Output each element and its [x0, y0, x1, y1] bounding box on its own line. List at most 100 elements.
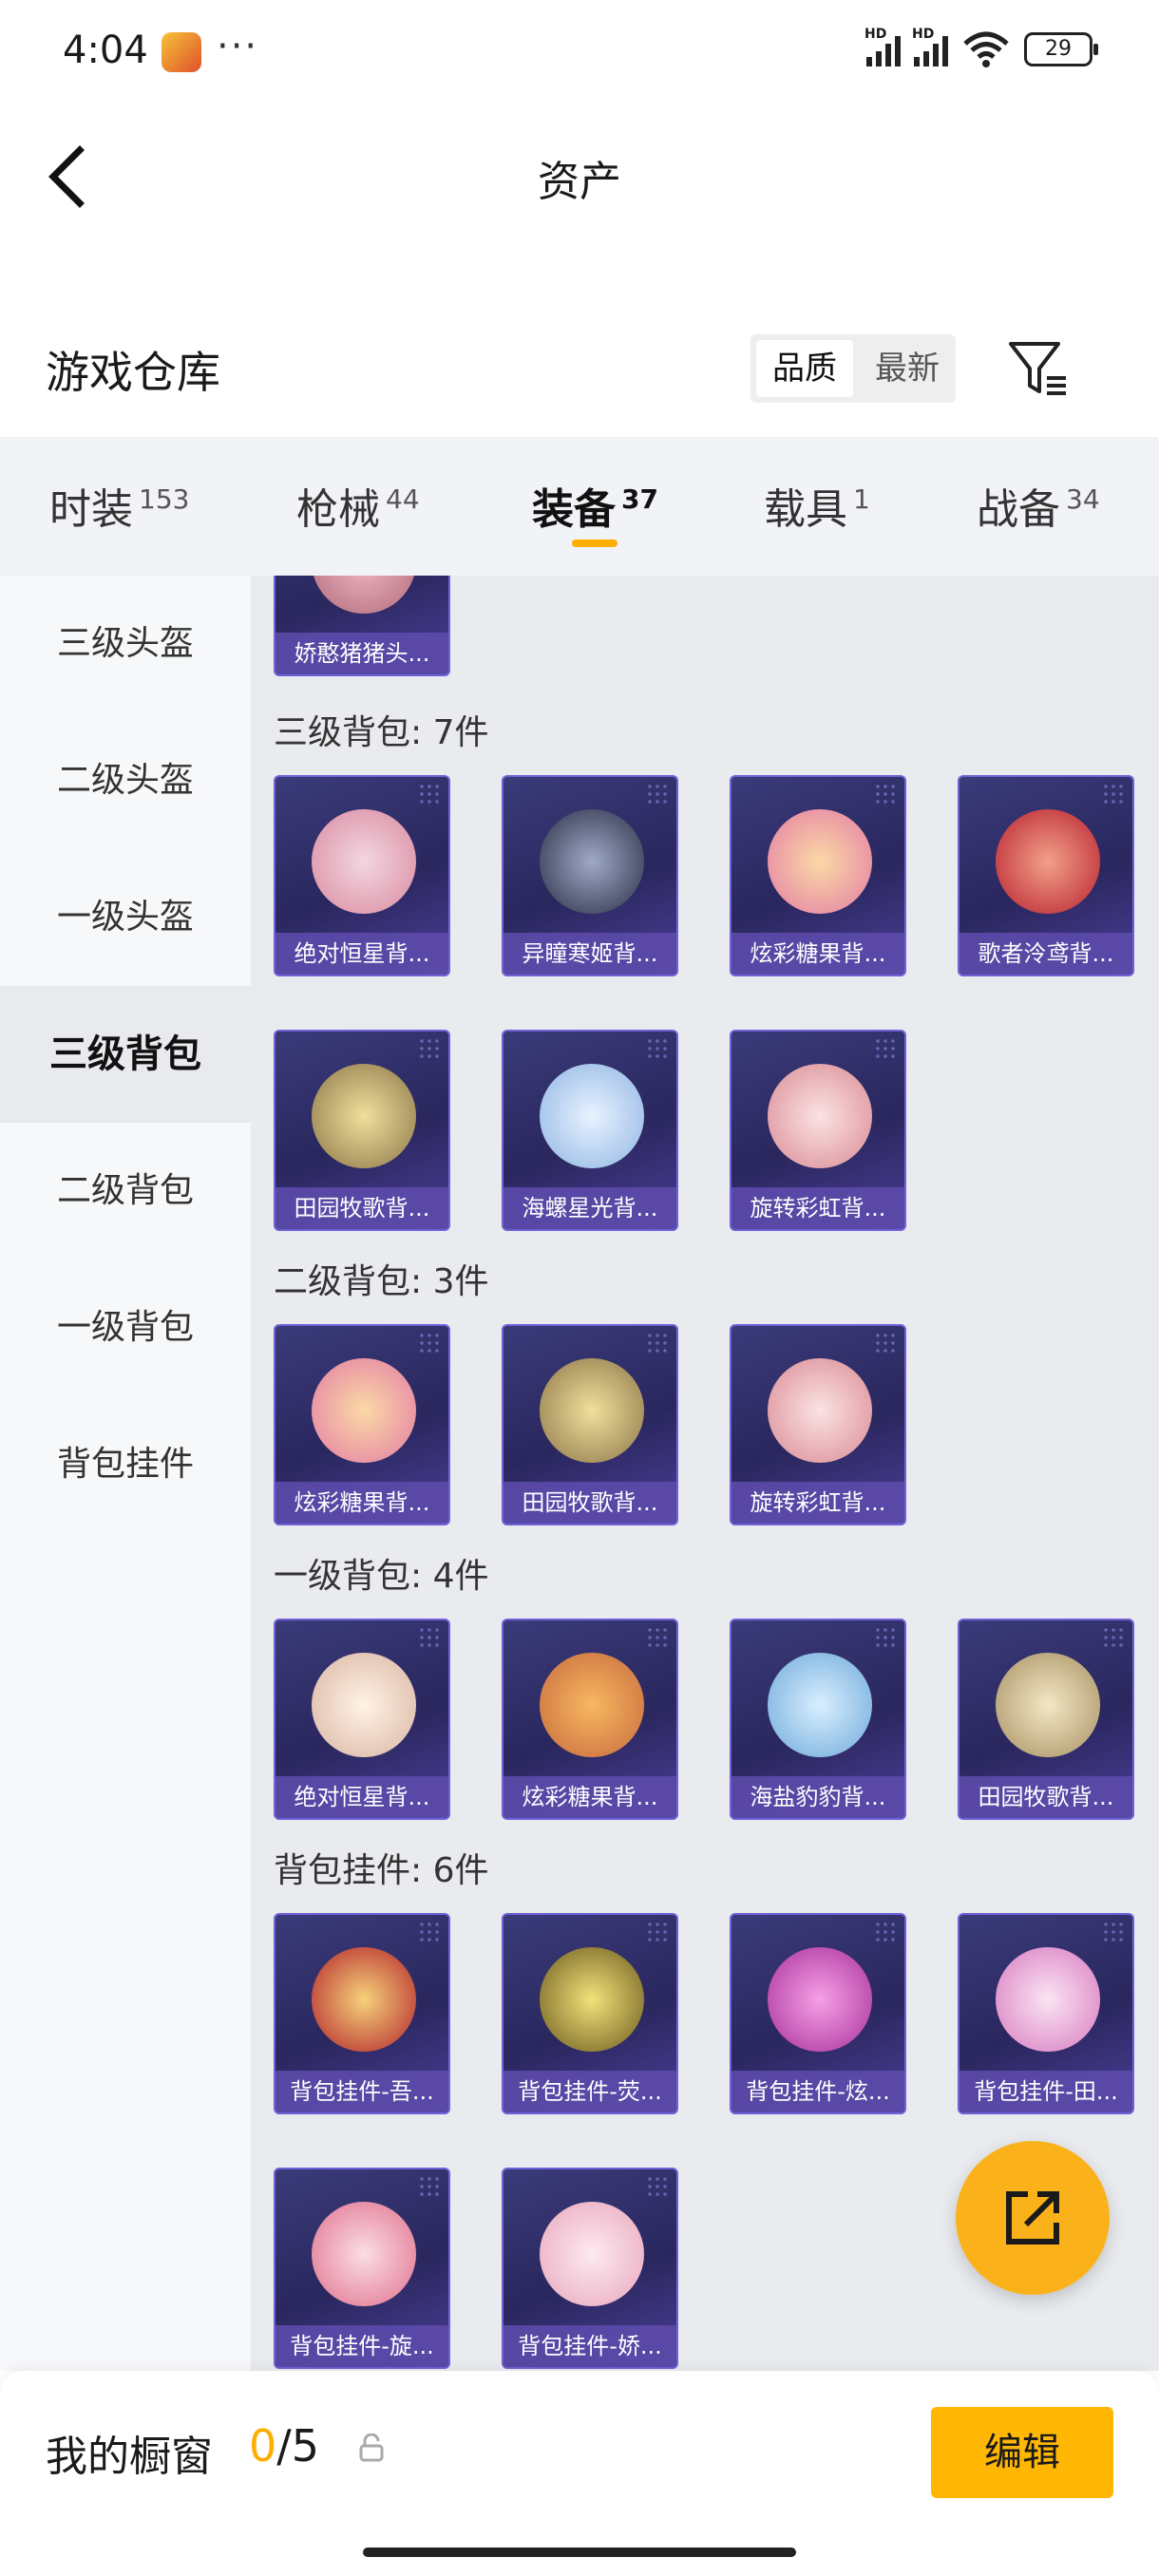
- section-title: 一级背包: 4件: [274, 1557, 489, 1596]
- showcase-count: 0/5: [249, 2420, 320, 2472]
- edit-button[interactable]: 编辑: [931, 2407, 1113, 2498]
- item-name: 背包挂件-吾...: [276, 2071, 448, 2112]
- backpack-image: [312, 1358, 416, 1463]
- sidebar-item-helmet-3[interactable]: 三级头盔: [0, 576, 251, 712]
- item-card[interactable]: 炫彩糖果背...: [274, 1324, 450, 1525]
- item-card[interactable]: 炫彩糖果背...: [502, 1619, 678, 1820]
- item-name: 炫彩糖果背...: [276, 1482, 448, 1524]
- tab-guns[interactable]: 枪械 44: [296, 475, 420, 536]
- item-card[interactable]: 旋转彩虹背...: [730, 1030, 906, 1231]
- share-button[interactable]: [956, 2141, 1110, 2295]
- item-name: 背包挂件-旋...: [276, 2325, 448, 2367]
- sort-latest-option[interactable]: 最新: [859, 334, 956, 403]
- backpack-image: [996, 809, 1100, 914]
- item-name: 海螺星光背...: [504, 1187, 676, 1229]
- item-card[interactable]: 炫彩糖果背...: [730, 775, 906, 976]
- item-name: 田园牧歌背...: [504, 1482, 676, 1524]
- backpack-image: [768, 1653, 872, 1757]
- item-name: 田园牧歌背...: [276, 1187, 448, 1229]
- signal-icon-2: HD: [912, 27, 948, 66]
- more-notifications-icon: ···: [217, 25, 259, 68]
- backpack-image: [996, 1653, 1100, 1757]
- item-card[interactable]: 背包挂件-荧...: [502, 1913, 678, 2114]
- item-card[interactable]: 绝对恒星背...: [274, 1619, 450, 1820]
- signal-icon-1: HD: [864, 27, 901, 66]
- sidebar-item-backpack-3[interactable]: 三级背包: [0, 986, 251, 1123]
- tab-equipment[interactable]: 装备 37: [532, 475, 658, 536]
- charm-image: [540, 1947, 644, 2052]
- item-card[interactable]: 歌者泠鸢背...: [958, 775, 1134, 976]
- item-name: 炫彩糖果背...: [732, 933, 904, 975]
- backpack-image: [540, 1064, 644, 1168]
- backpack-image: [312, 1653, 416, 1757]
- charm-image: [312, 1947, 416, 2052]
- item-name: 背包挂件-田...: [960, 2071, 1132, 2112]
- item-grid: 娇憨猪猪头... 三级背包: 7件 绝对恒星背... 异瞳寒姬背... 炫彩糖果…: [251, 576, 1159, 2371]
- item-name: 绝对恒星背...: [276, 933, 448, 975]
- charm-image: [996, 1947, 1100, 2052]
- item-card[interactable]: 背包挂件-吾...: [274, 1913, 450, 2114]
- item-name: 绝对恒星背...: [276, 1776, 448, 1818]
- tab-fashion[interactable]: 时装 153: [49, 475, 189, 536]
- item-card[interactable]: 海螺星光背...: [502, 1030, 678, 1231]
- backpack-image: [540, 1653, 644, 1757]
- item-card[interactable]: 绝对恒星背...: [274, 775, 450, 976]
- app-notification-icon: [162, 32, 201, 72]
- item-card[interactable]: 背包挂件-炫...: [730, 1913, 906, 2114]
- section-title: 二级背包: 3件: [274, 1262, 489, 1301]
- helmet-image: [312, 576, 416, 614]
- charm-image: [768, 1947, 872, 2052]
- item-name: 歌者泠鸢背...: [960, 933, 1132, 975]
- sort-quality-option[interactable]: 品质: [756, 340, 853, 397]
- home-indicator: [363, 2548, 796, 2557]
- item-name: 旋转彩虹背...: [732, 1187, 904, 1229]
- sidebar-item-helmet-2[interactable]: 二级头盔: [0, 712, 251, 849]
- tab-vehicles[interactable]: 载具 1: [764, 475, 870, 536]
- category-tabs: 时装 153 枪械 44 装备 37 载具 1 战备 34: [0, 437, 1159, 576]
- sidebar: 三级头盔 二级头盔 一级头盔 三级背包 二级背包 一级背包 背包挂件: [0, 576, 251, 2371]
- lock-icon: [359, 2434, 384, 2462]
- showcase-label: 我的橱窗: [46, 2433, 213, 2481]
- backpack-image: [768, 1358, 872, 1463]
- item-card[interactable]: 背包挂件-娇...: [502, 2168, 678, 2369]
- filter-icon: [1009, 342, 1066, 395]
- share-icon: [1006, 2191, 1059, 2245]
- warehouse-title: 游戏仓库: [46, 347, 220, 398]
- sidebar-item-backpack-charm[interactable]: 背包挂件: [0, 1396, 251, 1533]
- item-name: 海盐豹豹背...: [732, 1776, 904, 1818]
- status-bar: 4:04 ··· HD HD 29: [0, 0, 1159, 104]
- item-card[interactable]: 背包挂件-田...: [958, 1913, 1134, 2114]
- backpack-image: [540, 1358, 644, 1463]
- active-tab-indicator: [572, 540, 618, 547]
- charm-image: [540, 2202, 644, 2306]
- charm-image: [312, 2202, 416, 2306]
- item-name: 娇憨猪猪头...: [276, 633, 448, 674]
- item-card[interactable]: 田园牧歌背...: [958, 1619, 1134, 1820]
- item-card[interactable]: 背包挂件-旋...: [274, 2168, 450, 2369]
- sidebar-item-helmet-1[interactable]: 一级头盔: [0, 849, 251, 986]
- sidebar-item-backpack-2[interactable]: 二级背包: [0, 1123, 251, 1260]
- sort-toggle: 品质 最新: [750, 334, 956, 403]
- tab-tactical[interactable]: 战备 34: [977, 475, 1100, 536]
- item-card[interactable]: 娇憨猪猪头...: [274, 576, 450, 676]
- status-time: 4:04: [63, 28, 148, 72]
- item-card[interactable]: 田园牧歌背...: [274, 1030, 450, 1231]
- section-title: 背包挂件: 6件: [274, 1851, 489, 1890]
- item-name: 旋转彩虹背...: [732, 1482, 904, 1524]
- item-name: 异瞳寒姬背...: [504, 933, 676, 975]
- backpack-image: [312, 1064, 416, 1168]
- item-card[interactable]: 旋转彩虹背...: [730, 1324, 906, 1525]
- backpack-image: [768, 809, 872, 914]
- showcase-bar: 我的橱窗 0/5 编辑: [0, 2371, 1159, 2576]
- item-card[interactable]: 异瞳寒姬背...: [502, 775, 678, 976]
- section-title: 三级背包: 7件: [274, 713, 489, 752]
- item-name: 炫彩糖果背...: [504, 1776, 676, 1818]
- item-card[interactable]: 海盐豹豹背...: [730, 1619, 906, 1820]
- item-card[interactable]: 田园牧歌背...: [502, 1324, 678, 1525]
- backpack-image: [768, 1064, 872, 1168]
- filter-button[interactable]: [1005, 336, 1072, 403]
- wifi-icon: [963, 31, 1009, 67]
- item-name: 背包挂件-炫...: [732, 2071, 904, 2112]
- sidebar-item-backpack-1[interactable]: 一级背包: [0, 1260, 251, 1396]
- item-name: 背包挂件-娇...: [504, 2325, 676, 2367]
